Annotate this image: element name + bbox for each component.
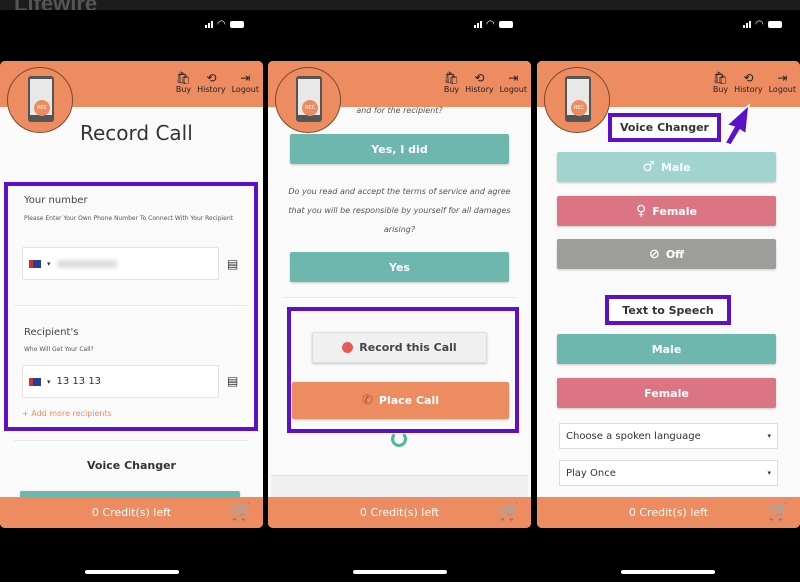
history-label: History <box>197 85 226 94</box>
voice-male-label: Male <box>660 160 691 174</box>
history-icon: ⟲ <box>206 71 217 85</box>
pointer-arrow-icon <box>723 103 750 146</box>
history-icon: ⟲ <box>474 71 485 85</box>
credits-text: 0 Credit(s) left <box>91 506 172 519</box>
yes-i-did-button[interactable]: Yes, I did <box>290 134 509 164</box>
battery-icon <box>229 21 244 28</box>
buy-label: Buy <box>443 85 460 94</box>
voice-female-button[interactable]: ♀ Female <box>557 196 776 226</box>
credits-text: 0 Credit(s) left <box>359 506 440 519</box>
page-title: Record Call <box>80 121 193 145</box>
shopping-bag-icon: 🛍 <box>712 71 729 85</box>
home-indicator[interactable] <box>353 570 447 574</box>
logout-label: Logout <box>231 85 259 94</box>
tts-female-button[interactable]: Female <box>557 378 776 408</box>
shopping-bag-icon: 🛍 <box>175 71 192 85</box>
battery-icon <box>498 21 513 28</box>
rec-badge: REC <box>34 100 50 116</box>
voice-off-label: Off <box>665 247 685 261</box>
language-select[interactable]: Choose a spoken language ▾ <box>559 423 778 449</box>
voice-female-label: Female <box>652 204 697 218</box>
wifi-icon: ◠ <box>486 19 495 30</box>
male-symbol-icon: ♂ <box>642 159 655 175</box>
play-mode-select[interactable]: Play Once ▾ <box>559 460 778 486</box>
history-button[interactable]: ⟲ History <box>734 71 762 94</box>
logout-button[interactable]: ⇥ Logout <box>769 71 796 94</box>
logout-label: Logout <box>499 85 527 94</box>
credits-footer: 0 Credit(s) left 🛒 <box>0 497 263 528</box>
voice-off-button[interactable]: ⊘ Off <box>557 239 776 269</box>
loading-spinner <box>391 431 407 447</box>
home-indicator[interactable] <box>85 570 179 574</box>
rec-badge: REC <box>302 100 318 116</box>
credits-text: 0 Credit(s) left <box>628 506 709 519</box>
screen-voice-changer: 🛍 Buy ⟲ History ⇥ Logout REC Voice Changer … <box>537 61 800 528</box>
credits-footer: 0 Credit(s) left 🛒 <box>537 497 800 528</box>
buy-label: Buy <box>175 85 192 94</box>
screen-record-call: 🛍 Buy ⟲ History ⇥ Logout REC Record Call Yo… <box>0 61 263 528</box>
screen-place-call: and for the recipient? Yes, I did Do you… <box>268 61 531 528</box>
battery-icon <box>767 21 782 28</box>
voice-male-button[interactable]: ♂ Male <box>557 152 776 182</box>
logout-button[interactable]: ⇥ Logout <box>500 71 527 94</box>
caret-down-icon: ▾ <box>767 469 771 477</box>
status-bar: ◠ <box>205 19 244 30</box>
add-to-cart-icon[interactable]: 🛒 <box>231 503 251 521</box>
signal-icon <box>474 21 482 28</box>
rec-badge: REC <box>571 100 587 116</box>
play-mode-value: Play Once <box>566 467 616 479</box>
yes-button[interactable]: Yes <box>290 252 509 282</box>
shopping-bag-icon: 🛍 <box>443 71 460 85</box>
wifi-icon: ◠ <box>755 19 764 30</box>
signal-icon <box>743 21 751 28</box>
buy-button[interactable]: 🛍 Buy <box>713 71 728 94</box>
app-logo: REC <box>7 67 73 133</box>
wifi-icon: ◠ <box>217 19 226 30</box>
highlight-box <box>287 307 519 433</box>
tts-male-button[interactable]: Male <box>557 334 776 364</box>
text-to-speech-heading: Text to Speech <box>605 295 731 325</box>
voice-changer-heading: Voice Changer <box>87 459 176 472</box>
buy-button[interactable]: 🛍 Buy <box>176 71 191 94</box>
add-to-cart-icon[interactable]: 🛒 <box>499 503 519 521</box>
bottom-panel <box>271 475 528 497</box>
background-website-header: Lifewire <box>0 0 800 10</box>
history-label: History <box>465 85 494 94</box>
history-button[interactable]: ⟲ History <box>465 71 493 94</box>
credits-footer: 0 Credit(s) left 🛒 <box>268 497 531 528</box>
add-to-cart-icon[interactable]: 🛒 <box>768 503 788 521</box>
signal-icon <box>205 21 213 28</box>
divider <box>14 440 248 441</box>
logout-icon: ⇥ <box>508 71 519 85</box>
logout-icon: ⇥ <box>777 71 788 85</box>
app-logo: REC <box>275 67 341 133</box>
ban-icon: ⊘ <box>648 246 660 262</box>
buy-button[interactable]: 🛍 Buy <box>444 71 459 94</box>
app-logo: REC <box>544 67 610 133</box>
history-button[interactable]: ⟲ History <box>197 71 225 94</box>
logout-label: Logout <box>768 85 796 94</box>
site-logo: Lifewire <box>14 0 97 10</box>
history-icon: ⟲ <box>743 71 754 85</box>
language-select-value: Choose a spoken language <box>566 430 701 442</box>
status-bar: ◠ <box>474 19 513 30</box>
history-label: History <box>734 85 763 94</box>
divider <box>282 297 516 298</box>
voice-changer-heading: Voice Changer <box>608 113 721 142</box>
home-indicator[interactable] <box>621 570 715 574</box>
logout-icon: ⇥ <box>240 71 251 85</box>
caret-down-icon: ▾ <box>767 432 771 440</box>
highlight-box <box>4 182 258 431</box>
buy-label: Buy <box>712 85 729 94</box>
logout-button[interactable]: ⇥ Logout <box>232 71 259 94</box>
status-bar: ◠ <box>743 19 782 30</box>
terms-question: Do you read and accept the terms of serv… <box>288 187 511 234</box>
female-symbol-icon: ♀ <box>636 203 647 219</box>
